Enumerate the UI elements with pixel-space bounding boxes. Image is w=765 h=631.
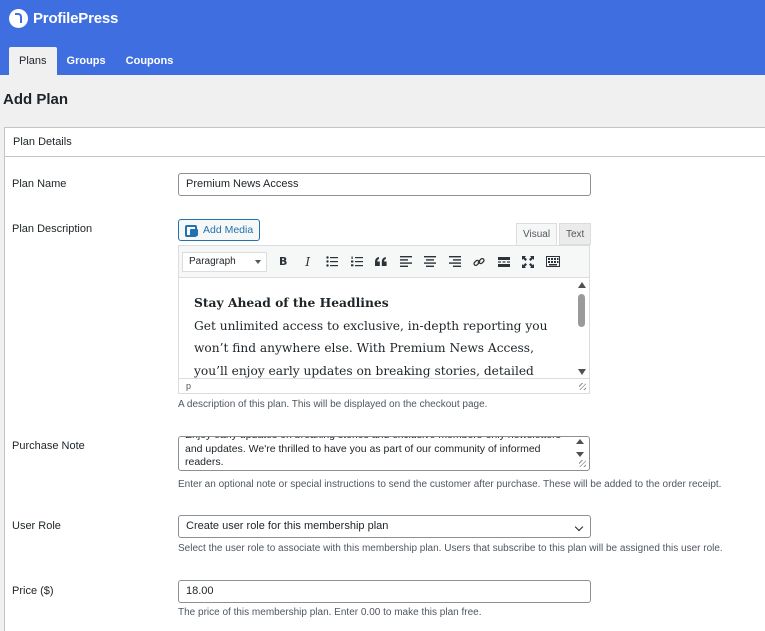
scroll-up-icon[interactable]	[578, 282, 586, 288]
editor-body: Get unlimited access to exclusive, in-de…	[194, 318, 548, 378]
element-path[interactable]: p	[186, 381, 191, 391]
resize-handle-icon[interactable]	[579, 460, 586, 467]
user-role-hint: Select the user role to associate with t…	[178, 543, 723, 554]
italic-icon[interactable]: I	[296, 251, 321, 273]
editor-tab-text[interactable]: Text	[559, 223, 592, 245]
description-editor: Paragraph B I Stay Ahead of the Headline…	[178, 245, 590, 394]
align-left-icon[interactable]	[394, 251, 419, 273]
editor-tab-visual[interactable]: Visual	[516, 223, 558, 245]
purchase-note-text: Enjoy early updates on breaking stories …	[185, 437, 561, 468]
brand-name: ProfilePress	[33, 9, 119, 27]
align-center-icon[interactable]	[418, 251, 443, 273]
media-icon	[185, 224, 198, 237]
price-hint: The price of this membership plan. Enter…	[178, 607, 482, 618]
blockquote-icon[interactable]	[369, 251, 394, 273]
purchase-note-textarea[interactable]: Enjoy early updates on breaking stories …	[178, 436, 590, 471]
user-role-select[interactable]: Create user role for this membership pla…	[178, 515, 591, 538]
profilepress-logo-icon	[9, 8, 28, 28]
panel-title: Plan Details	[5, 128, 765, 157]
plan-tabs: Plans Groups Coupons	[9, 47, 183, 75]
plan-description-hint: A description of this plan. This will be…	[178, 399, 488, 410]
top-header: ProfilePress Plans Groups Coupons	[0, 0, 765, 75]
plan-name-input[interactable]: Premium News Access	[178, 173, 591, 196]
price-input[interactable]: 18.00	[178, 580, 591, 603]
price-label: Price ($)	[12, 585, 54, 597]
add-media-label: Add Media	[203, 224, 254, 236]
tab-plans[interactable]: Plans	[9, 47, 57, 75]
read-more-icon[interactable]	[492, 251, 517, 273]
link-icon[interactable]	[467, 251, 492, 273]
tab-groups[interactable]: Groups	[57, 47, 116, 75]
bold-icon[interactable]: B	[271, 251, 296, 273]
scroll-up-icon[interactable]	[576, 439, 584, 444]
scroll-down-icon[interactable]	[576, 452, 584, 457]
fullscreen-icon[interactable]	[516, 251, 541, 273]
editor-content[interactable]: Stay Ahead of the Headlines Get unlimite…	[179, 278, 576, 380]
scroll-down-icon[interactable]	[578, 369, 586, 375]
plan-name-label: Plan Name	[12, 178, 67, 190]
resize-handle-icon[interactable]	[579, 383, 586, 390]
tab-coupons[interactable]: Coupons	[116, 47, 184, 75]
editor-heading: Stay Ahead of the Headlines	[194, 295, 389, 310]
add-media-button[interactable]: Add Media	[178, 219, 261, 241]
toolbar-toggle-icon[interactable]	[541, 251, 566, 273]
editor-statusbar: p	[179, 378, 589, 393]
scroll-thumb[interactable]	[578, 294, 585, 327]
purchase-note-label: Purchase Note	[12, 440, 85, 452]
bulleted-list-icon[interactable]	[320, 251, 345, 273]
plan-description-label: Plan Description	[12, 223, 93, 235]
chevron-down-icon	[574, 522, 584, 532]
align-right-icon[interactable]	[443, 251, 468, 273]
numbered-list-icon[interactable]	[345, 251, 370, 273]
format-select[interactable]: Paragraph	[182, 251, 267, 272]
brand-logo: ProfilePress	[9, 8, 118, 28]
user-role-label: User Role	[12, 520, 61, 532]
page-title: Add Plan	[3, 91, 69, 108]
purchase-note-hint: Enter an optional note or special instru…	[178, 479, 722, 490]
user-role-value: Create user role for this membership pla…	[186, 520, 389, 532]
editor-scrollbar[interactable]	[575, 278, 589, 380]
editor-toolbar: Paragraph B I	[179, 246, 589, 278]
